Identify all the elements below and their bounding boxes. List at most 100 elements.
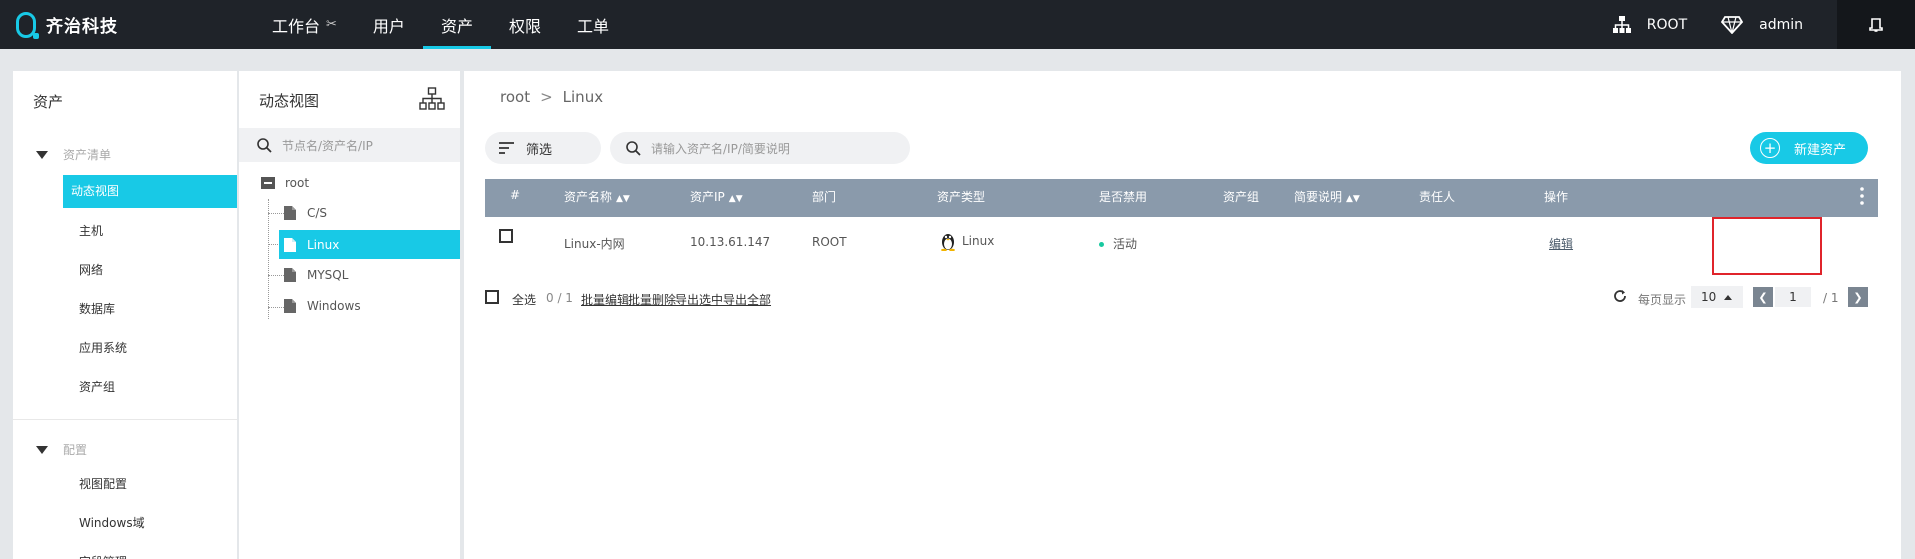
selection-count: 0 / 1 bbox=[546, 291, 573, 305]
col-actions: 操作 bbox=[1544, 190, 1569, 204]
org-name: ROOT bbox=[1646, 16, 1688, 33]
asset-type-label: Linux bbox=[962, 234, 995, 248]
org-tree-icon bbox=[1612, 15, 1631, 33]
row-checkbox[interactable] bbox=[499, 229, 513, 246]
tree-line bbox=[268, 275, 284, 276]
main-content: root > Linux 筛选 请输入资产名/IP/简要说明 + 新建资产 # 资产… bbox=[464, 71, 1901, 559]
col-label: 资产名称 bbox=[564, 190, 613, 204]
batch-delete-link[interactable]: 批量删除 bbox=[628, 291, 676, 308]
table-header: # 资产名称 ▲▼ 资产IP ▲▼ 部门 资产类型 是否禁用 资产组 简要说明 ▲▼ … bbox=[485, 179, 1878, 217]
nav-assets-label: 资产 bbox=[440, 16, 473, 36]
search-icon bbox=[626, 140, 641, 156]
tree-search-input[interactable]: 节点名/资产名/IP bbox=[239, 128, 460, 162]
page-input[interactable]: 1 bbox=[1775, 287, 1811, 307]
collapse-icon bbox=[36, 445, 48, 454]
new-asset-button[interactable]: + 新建资产 bbox=[1750, 132, 1868, 164]
sidebar-group-label: 配置 bbox=[63, 443, 88, 457]
user-menu[interactable]: admin bbox=[1721, 15, 1803, 34]
col-asset-name[interactable]: 资产名称 ▲▼ bbox=[564, 188, 630, 205]
cell-asset-ip: 10.13.61.147 bbox=[690, 235, 771, 249]
per-page-label: 每页显示 bbox=[1638, 293, 1687, 307]
edit-link[interactable]: 编辑 bbox=[1549, 235, 1573, 252]
tree-node-label: C/S bbox=[307, 206, 328, 220]
breadcrumb-current: Linux bbox=[562, 88, 604, 106]
tree-node-windows[interactable]: Windows bbox=[283, 299, 361, 313]
refresh-icon[interactable] bbox=[1613, 289, 1627, 306]
next-page-button[interactable]: ❯ bbox=[1848, 287, 1868, 307]
tree-title: 动态视图 bbox=[259, 92, 320, 110]
col-asset-group: 资产组 bbox=[1223, 190, 1260, 204]
sidebar-group-asset-list[interactable]: 资产清单 bbox=[36, 146, 111, 163]
search-icon bbox=[257, 137, 272, 153]
hierarchy-icon[interactable] bbox=[419, 87, 445, 115]
org-switcher[interactable]: ROOT bbox=[1612, 15, 1688, 34]
brand-name: 齐治科技 bbox=[46, 17, 118, 37]
nav-tickets[interactable]: 工单 bbox=[559, 0, 627, 49]
top-right-area: ROOT admin bbox=[1612, 0, 1915, 49]
sidebar-item-database[interactable]: 数据库 bbox=[71, 293, 245, 326]
sidebar-item-dynamic-view[interactable]: 动态视图 bbox=[63, 175, 237, 208]
sidebar-item-hosts[interactable]: 主机 bbox=[71, 215, 245, 248]
tree-node-linux[interactable]: Linux bbox=[279, 230, 460, 259]
sidebar-item-windows-domain[interactable]: Windows域 bbox=[71, 507, 245, 540]
table-row: Linux-内网 10.13.61.147 ROOT Linux 活动 编辑 bbox=[485, 217, 1878, 267]
select-all-label[interactable]: 全选 bbox=[512, 291, 536, 308]
total-pages: / 1 bbox=[1823, 291, 1839, 305]
filter-label: 筛选 bbox=[526, 142, 553, 158]
file-icon bbox=[284, 237, 296, 252]
breadcrumb: root > Linux bbox=[500, 88, 603, 106]
breadcrumb-separator: > bbox=[540, 88, 553, 106]
filter-icon bbox=[499, 142, 514, 154]
per-page-select[interactable]: 10 bbox=[1691, 286, 1743, 308]
sidebar-item-view-config[interactable]: 视图配置 bbox=[71, 468, 245, 501]
sidebar-item-asset-group[interactable]: 资产组 bbox=[71, 371, 245, 404]
caret-up-icon bbox=[1724, 294, 1733, 300]
col-asset-type: 资产类型 bbox=[937, 190, 986, 204]
tree-search-placeholder: 节点名/资产名/IP bbox=[282, 138, 373, 153]
nav-permissions[interactable]: 权限 bbox=[491, 0, 559, 49]
sidebar: 资产 资产清单 动态视图 主机 网络 数据库 应用系统 资产组 配置 视图配置 … bbox=[13, 71, 237, 559]
notifications-button[interactable] bbox=[1837, 0, 1915, 49]
plus-icon: + bbox=[1760, 138, 1780, 158]
tree-node-root[interactable]: root bbox=[261, 176, 309, 190]
sidebar-item-app-system[interactable]: 应用系统 bbox=[71, 332, 245, 365]
logo-icon bbox=[16, 11, 39, 39]
cell-asset-name: Linux-内网 bbox=[564, 237, 625, 251]
asset-search-input[interactable]: 请输入资产名/IP/简要说明 bbox=[610, 132, 910, 164]
col-department: 部门 bbox=[812, 190, 837, 204]
select-all-checkbox[interactable] bbox=[485, 290, 499, 307]
checkbox-box bbox=[499, 229, 513, 243]
status-dot bbox=[1099, 242, 1104, 247]
asset-search-placeholder: 请输入资产名/IP/简要说明 bbox=[651, 141, 790, 156]
col-label: 简要说明 bbox=[1294, 190, 1343, 204]
nav-workbench-label: 工作台 bbox=[272, 16, 321, 36]
export-all-link[interactable]: 导出全部 bbox=[723, 291, 771, 308]
brand-logo[interactable]: 齐治科技 bbox=[16, 0, 118, 49]
status-label: 活动 bbox=[1113, 237, 1138, 251]
col-asset-ip[interactable]: 资产IP ▲▼ bbox=[690, 188, 743, 205]
nav-users-label: 用户 bbox=[372, 16, 405, 36]
tree-node-mysql[interactable]: MYSQL bbox=[283, 268, 348, 282]
cell-status: 活动 bbox=[1099, 235, 1137, 252]
sidebar-title: 资产 bbox=[33, 93, 64, 111]
table-footer: 全选 0 / 1 批量编辑 批量删除 导出选中 导出全部 每页显示 10 ❮ 1… bbox=[485, 286, 1878, 310]
export-selected-link[interactable]: 导出选中 bbox=[675, 291, 723, 308]
sidebar-item-field-manage[interactable]: 字段管理 bbox=[71, 546, 245, 559]
diamond-icon bbox=[1721, 15, 1744, 34]
sidebar-group-config[interactable]: 配置 bbox=[36, 441, 87, 458]
nav-assets[interactable]: 资产 bbox=[422, 0, 491, 49]
breadcrumb-root[interactable]: root bbox=[500, 88, 530, 106]
per-page-value: 10 bbox=[1701, 290, 1717, 304]
tree-node-label: root bbox=[285, 176, 310, 190]
nav-users[interactable]: 用户 bbox=[355, 0, 423, 49]
batch-edit-link[interactable]: 批量编辑 bbox=[581, 291, 629, 308]
col-label: 资产IP bbox=[690, 190, 725, 204]
prev-page-button[interactable]: ❮ bbox=[1753, 287, 1773, 307]
col-description[interactable]: 简要说明 ▲▼ bbox=[1294, 188, 1360, 205]
more-vertical-icon[interactable] bbox=[1860, 187, 1864, 208]
filter-button[interactable]: 筛选 bbox=[485, 132, 601, 164]
sidebar-item-network[interactable]: 网络 bbox=[71, 254, 245, 287]
tree-node-cs[interactable]: C/S bbox=[283, 206, 327, 220]
tree-line bbox=[268, 307, 284, 308]
nav-workbench[interactable]: 工作台 ✂ bbox=[254, 0, 355, 49]
